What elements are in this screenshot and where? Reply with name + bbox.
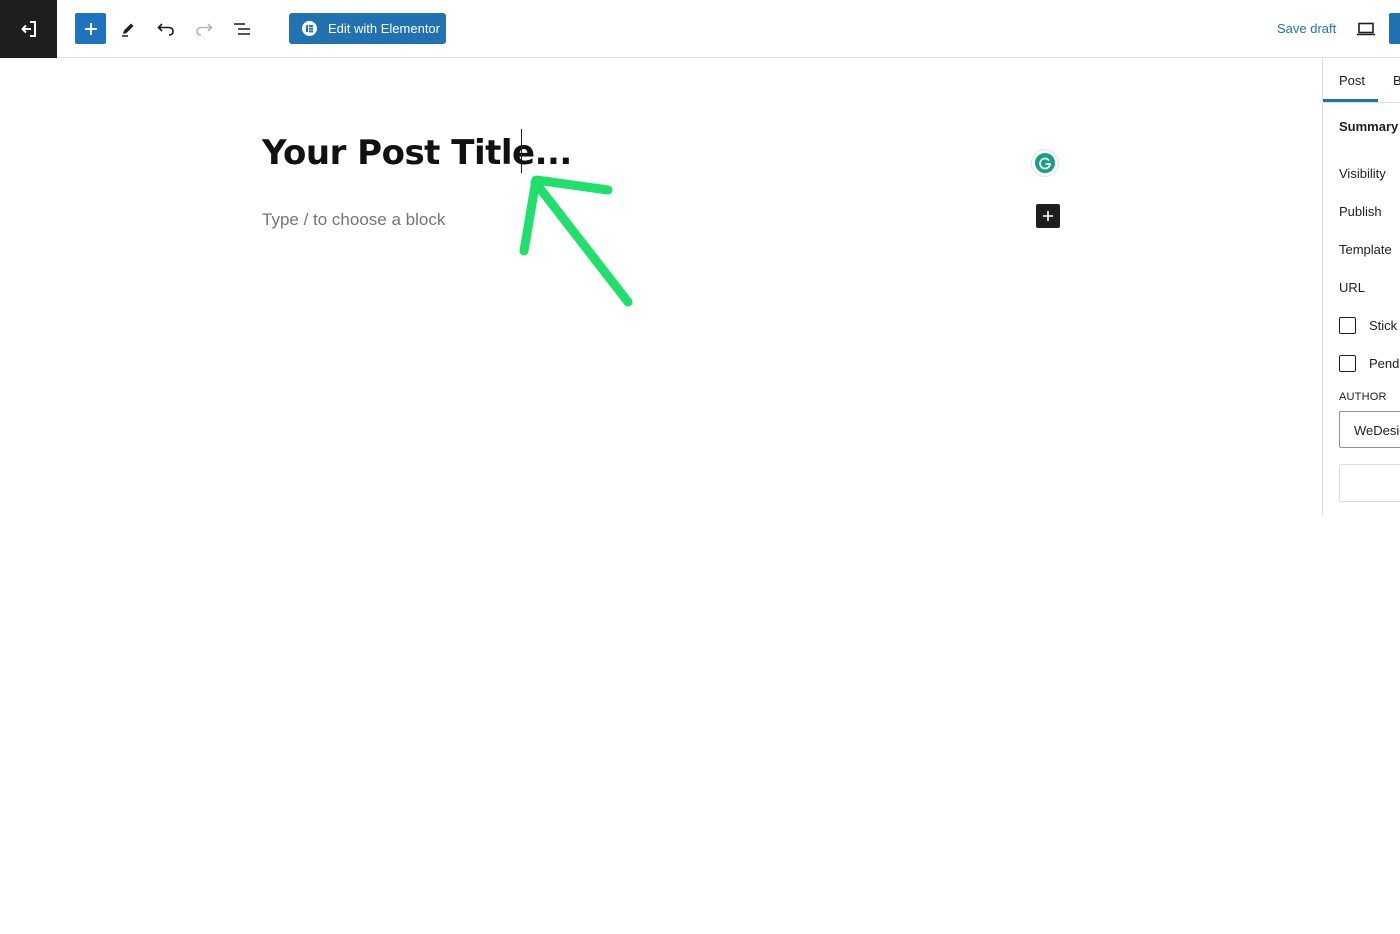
grammarly-button[interactable]	[1032, 150, 1058, 176]
add-block-button[interactable]	[1036, 204, 1060, 228]
arrow-left-into-bracket-icon	[21, 21, 36, 37]
redo-icon	[196, 23, 213, 36]
undo-icon	[157, 23, 174, 36]
tab-post[interactable]: Post	[1339, 73, 1365, 88]
editor-toolbar: Edit with Elementor Save draft	[0, 0, 1400, 58]
active-tab-indicator	[1323, 99, 1378, 102]
laptop-icon	[1357, 22, 1375, 36]
post-title[interactable]: Your Post Title...	[262, 130, 572, 176]
template-label: Template	[1339, 242, 1392, 257]
plus-icon	[1043, 211, 1053, 221]
edit-with-elementor-button[interactable]: Edit with Elementor	[289, 13, 446, 44]
url-label: URL	[1339, 280, 1366, 295]
sidebar-panel-box[interactable]	[1339, 464, 1400, 502]
elementor-logo-icon	[302, 21, 317, 36]
settings-sidebar: Post B Summary Visibility Publish Templa…	[1322, 58, 1400, 516]
exit-editor-button[interactable]	[0, 0, 57, 58]
tools-button[interactable]	[114, 13, 142, 45]
undo-button[interactable]	[152, 13, 180, 45]
pending-review-checkbox-row[interactable]: Pendi	[1339, 353, 1400, 373]
block-placeholder[interactable]: Type / to choose a block	[262, 208, 445, 232]
pending-review-checkbox[interactable]	[1339, 354, 1356, 372]
elementor-button-label: Edit with Elementor	[328, 21, 440, 36]
save-draft-button[interactable]: Save draft	[1277, 21, 1336, 36]
sticky-checkbox-row[interactable]: Stick t	[1339, 315, 1400, 335]
author-select[interactable]: WeDesig	[1339, 411, 1400, 448]
list-view-icon	[234, 23, 250, 35]
summary-panel-toggle[interactable]: Summary	[1339, 119, 1398, 134]
publish-button[interactable]	[1389, 13, 1400, 44]
list-view-button[interactable]	[228, 13, 256, 45]
sidebar-tabs: Post B	[1323, 58, 1400, 103]
sticky-checkbox[interactable]	[1339, 316, 1356, 334]
annotation-arrow-icon	[519, 175, 633, 307]
pencil-icon	[122, 23, 134, 37]
text-cursor	[521, 129, 522, 173]
redo-button[interactable]	[190, 13, 218, 45]
visibility-label: Visibility	[1339, 166, 1386, 181]
sticky-checkbox-label: Stick t	[1369, 317, 1400, 333]
block-editor: Edit with Elementor Save draft Your Post…	[0, 0, 1400, 934]
plus-icon	[84, 22, 97, 35]
tab-block[interactable]: B	[1393, 73, 1400, 88]
preview-button[interactable]	[1352, 18, 1380, 40]
publish-label: Publish	[1339, 204, 1382, 219]
block-inserter-button[interactable]	[75, 13, 106, 44]
grammarly-icon	[1035, 153, 1055, 173]
author-label: AUTHOR	[1339, 391, 1387, 403]
pending-review-checkbox-label: Pendi	[1369, 355, 1400, 371]
author-select-value: WeDesig	[1354, 423, 1400, 438]
